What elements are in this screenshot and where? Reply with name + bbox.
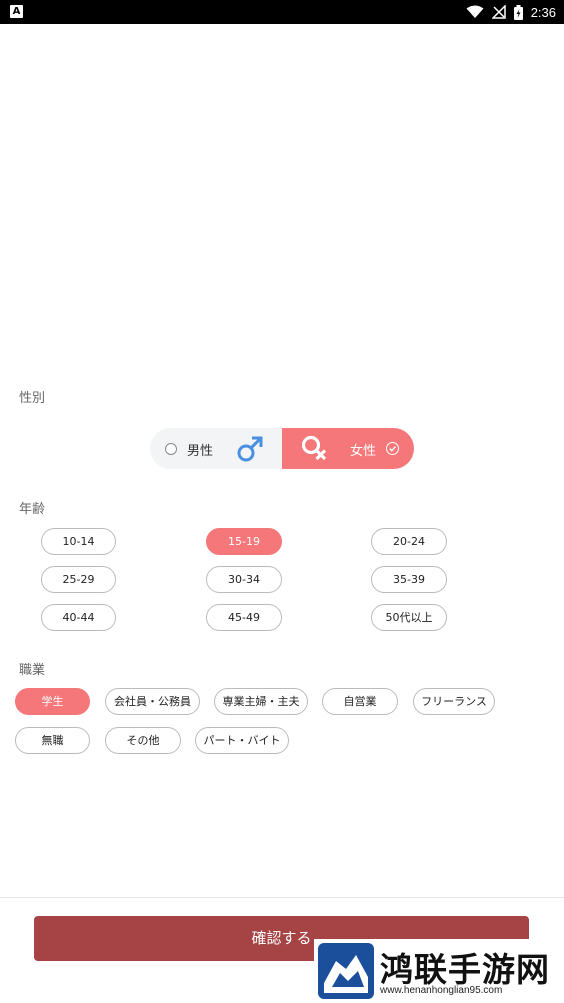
gender-female-label: 女性 [350,444,377,459]
occupation-option-employee[interactable]: 会社員・公務員 [105,688,200,715]
occupation-option-part-time[interactable]: パート・バイト [195,727,289,754]
age-option-20-24[interactable]: 20-24 [371,528,447,555]
wifi-icon [466,5,484,18]
clock: 2:36 [530,4,556,20]
status-bar: A 2:36 [0,0,564,24]
female-symbol-icon [301,435,327,461]
occupation-option-homemaker[interactable]: 専業主婦・主夫 [214,688,308,715]
age-option-35-39[interactable]: 35-39 [371,566,447,593]
bottom-divider [0,897,564,898]
watermark-url: www.henanhonglian95.com [380,985,503,996]
occupation-option-student[interactable]: 学生 [15,688,90,715]
status-icons: 2:36 [466,3,556,21]
age-option-40-44[interactable]: 40-44 [41,604,116,631]
male-symbol-icon [237,436,263,462]
app-notification-icon: A [10,5,23,18]
gender-male-label: 男性 [187,444,214,459]
age-option-25-29[interactable]: 25-29 [41,566,116,593]
age-option-50-plus[interactable]: 50代以上 [371,604,447,631]
watermark-logo-icon [318,943,374,999]
age-option-15-19[interactable]: 15-19 [206,528,282,555]
occupation-option-self-employed[interactable]: 自営業 [322,688,398,715]
gender-option-male[interactable]: 男性 [150,428,282,469]
battery-charging-icon [513,4,523,20]
no-signal-icon [491,5,506,19]
gender-section-label: 性別 [19,391,46,406]
watermark-title: 鸿联手游网 [380,950,550,989]
occupation-option-freelance[interactable]: フリーランス [413,688,495,715]
gender-option-female[interactable]: 女性 [282,428,414,469]
gender-toggle: 男性 女性 [150,428,414,469]
check-circle-icon [386,442,399,455]
age-option-30-34[interactable]: 30-34 [206,566,282,593]
occupation-section-label: 職業 [19,663,46,678]
occupation-option-unemployed[interactable]: 無職 [15,727,90,754]
occupation-option-other[interactable]: その他 [105,727,181,754]
age-option-45-49[interactable]: 45-49 [206,604,282,631]
age-section-label: 年齢 [19,502,46,517]
radio-unselected-icon [165,443,177,455]
age-option-10-14[interactable]: 10-14 [41,528,116,555]
watermark: 鸿联手游网 www.henanhonglian95.com [314,939,564,1003]
